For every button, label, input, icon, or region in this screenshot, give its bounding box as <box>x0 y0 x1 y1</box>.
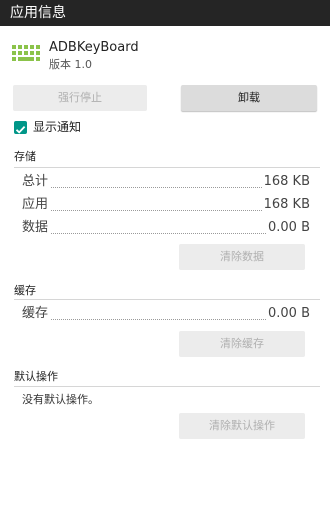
row-value: 168 KB <box>261 173 310 191</box>
app-bar: 应用信息 <box>0 0 330 26</box>
cache-row: 缓存 0.00 B <box>22 305 310 323</box>
no-defaults-text: 没有默认操作。 <box>22 393 99 406</box>
uninstall-button[interactable]: 卸载 <box>181 85 317 111</box>
divider <box>14 167 320 168</box>
clear-defaults-button[interactable]: 清除默认操作 <box>179 413 305 439</box>
storage-app-row: 应用 168 KB <box>22 196 310 214</box>
checkmark-icon <box>15 125 26 134</box>
clear-cache-button[interactable]: 清除缓存 <box>179 331 305 357</box>
clear-data-button[interactable]: 清除数据 <box>179 244 305 270</box>
storage-data-row: 数据 0.00 B <box>22 219 310 237</box>
cache-section-title: 缓存 <box>14 284 36 297</box>
defaults-section-title: 默认操作 <box>14 370 58 383</box>
divider <box>14 386 320 387</box>
row-value: 0.00 B <box>266 305 310 323</box>
row-label: 应用 <box>22 196 51 214</box>
show-notifications-checkbox[interactable] <box>14 121 27 134</box>
page-title: 应用信息 <box>10 5 66 21</box>
divider <box>14 299 320 300</box>
storage-section-title: 存储 <box>14 150 36 163</box>
row-label: 缓存 <box>22 305 51 323</box>
row-value: 0.00 B <box>266 219 310 237</box>
app-version: 版本 1.0 <box>49 58 92 71</box>
app-name: ADBKeyBoard <box>49 40 139 55</box>
row-value: 168 KB <box>261 196 310 214</box>
storage-total-row: 总计 168 KB <box>22 173 310 191</box>
keyboard-icon <box>10 44 42 66</box>
row-label: 数据 <box>22 219 51 237</box>
show-notifications-label: 显示通知 <box>33 120 82 134</box>
row-label: 总计 <box>22 173 51 191</box>
force-stop-button[interactable]: 强行停止 <box>13 85 147 111</box>
